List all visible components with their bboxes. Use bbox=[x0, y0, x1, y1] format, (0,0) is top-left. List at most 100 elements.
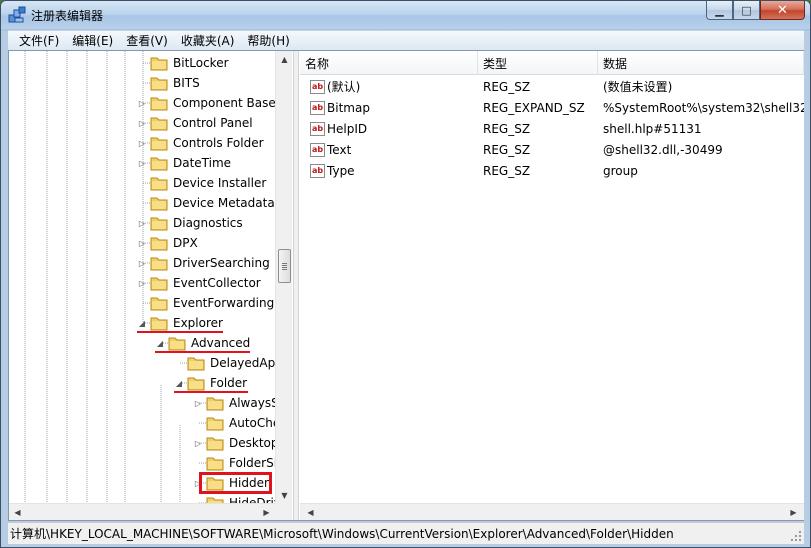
folder-icon bbox=[150, 277, 168, 291]
expand-arrow-icon[interactable]: ▷ bbox=[137, 158, 147, 168]
tree-item[interactable]: ▷ Control Panel bbox=[137, 113, 253, 133]
tree-item[interactable]: ▷ Controls Folder bbox=[137, 133, 264, 153]
registry-tree[interactable]: BitLocker BITS ▷ Component Based ▷ Control Pa… bbox=[9, 51, 298, 520]
tree-scroll-left-icon[interactable]: ◀ bbox=[9, 504, 26, 520]
tree-item[interactable]: ▷ Component Based bbox=[137, 93, 283, 113]
expand-arrow-icon[interactable]: ▷ bbox=[193, 398, 203, 408]
list-item[interactable]: ab Bitmap REG_EXPAND_SZ %SystemRoot%\system… bbox=[300, 97, 804, 118]
maximize-button[interactable]: □ bbox=[733, 1, 760, 20]
tree-item-label: BitLocker bbox=[173, 56, 229, 70]
tree-item-label: Desktop bbox=[229, 436, 279, 450]
value-data: %SystemRoot%\system32\shell32.d bbox=[603, 100, 804, 115]
value-type: REG_SZ bbox=[483, 79, 531, 94]
collapse-arrow-icon[interactable]: ◢ bbox=[174, 378, 184, 388]
minimize-button[interactable]: ▁ bbox=[706, 1, 733, 20]
folder-icon bbox=[150, 157, 168, 171]
menu-favorites[interactable]: 收藏夹(A) bbox=[176, 32, 240, 49]
tree-item[interactable]: BitLocker bbox=[137, 53, 229, 73]
folder-icon bbox=[150, 317, 168, 331]
list-item[interactable]: ab Text REG_SZ @shell32.dll,-30499 bbox=[300, 139, 804, 160]
folder-icon bbox=[150, 97, 168, 111]
folder-icon bbox=[150, 57, 168, 71]
tree-vertical-scrollbar[interactable]: ▲ ▼ bbox=[275, 51, 292, 504]
tree-item[interactable]: ▷ AlwaysSh bbox=[193, 393, 286, 413]
tree-item[interactable]: ◢ Advanced bbox=[155, 333, 250, 353]
expand-arrow-icon[interactable]: ▷ bbox=[137, 278, 147, 288]
pane-splitter[interactable] bbox=[293, 51, 299, 520]
expand-arrow-icon[interactable]: ▷ bbox=[193, 438, 203, 448]
tree-item-label: EventCollector bbox=[173, 276, 261, 290]
value-type: REG_SZ bbox=[483, 163, 531, 178]
scroll-down-arrow-icon[interactable]: ▼ bbox=[276, 487, 293, 504]
tree-item[interactable]: ◢ Folder bbox=[174, 373, 248, 393]
folder-icon bbox=[206, 457, 224, 471]
tree-horizontal-scrollbar[interactable]: ◀ ▶ bbox=[9, 503, 292, 520]
value-data: group bbox=[603, 163, 638, 178]
regedit-app-icon bbox=[8, 6, 26, 23]
tree-item-label: Device Metadata bbox=[173, 196, 275, 210]
list-scroll-right-icon[interactable]: ▶ bbox=[785, 504, 802, 520]
expand-arrow-icon[interactable]: ▷ bbox=[137, 238, 147, 248]
folder-icon bbox=[150, 197, 168, 211]
menu-file[interactable]: 文件(F) bbox=[14, 32, 64, 49]
folder-icon bbox=[187, 377, 205, 391]
string-value-icon: ab bbox=[310, 163, 325, 178]
tree-item[interactable]: ◢ Explorer bbox=[137, 313, 223, 333]
tree-item[interactable]: FolderSiz bbox=[193, 453, 283, 473]
tree-item[interactable]: DelayedApp bbox=[174, 353, 283, 373]
folder-icon bbox=[168, 337, 186, 351]
collapse-arrow-icon[interactable]: ◢ bbox=[155, 338, 165, 348]
tree-item-label: Controls Folder bbox=[173, 136, 264, 150]
expand-arrow-icon[interactable]: ▷ bbox=[137, 98, 147, 108]
tree-item[interactable]: Device Installer bbox=[137, 173, 266, 193]
value-name: Type bbox=[327, 163, 355, 178]
menu-view[interactable]: 查看(V) bbox=[121, 32, 173, 49]
folder-icon bbox=[150, 177, 168, 191]
list-item[interactable]: ab Type REG_SZ group bbox=[300, 160, 804, 181]
tree-item[interactable]: AutoChe bbox=[193, 413, 280, 433]
column-header-name[interactable]: 名称 bbox=[300, 51, 478, 75]
values-list[interactable]: 名称 类型 数据 ab (默认) REG_SZ (数值未设置) ab Bitmap REG_… bbox=[300, 51, 804, 503]
collapse-arrow-icon[interactable]: ◢ bbox=[137, 318, 147, 328]
scroll-up-arrow-icon[interactable]: ▲ bbox=[276, 51, 293, 68]
tree-item-label: Diagnostics bbox=[173, 216, 243, 230]
tree-item[interactable]: ▷ DateTime bbox=[137, 153, 231, 173]
close-button[interactable]: ✕ bbox=[760, 1, 805, 20]
tree-scroll-right-icon[interactable]: ▶ bbox=[258, 504, 275, 520]
menu-edit[interactable]: 编辑(E) bbox=[67, 32, 118, 49]
tree-item[interactable]: ▷ EventCollector bbox=[137, 273, 261, 293]
tree-item[interactable]: EventForwarding bbox=[137, 293, 274, 313]
window-controls: ▁ □ ✕ bbox=[706, 1, 805, 21]
tree-item[interactable]: Device Metadata bbox=[137, 193, 275, 213]
tree-item-label: DriverSearching bbox=[173, 256, 270, 270]
tree-item[interactable]: ▷ Desktop bbox=[193, 433, 279, 453]
menu-help[interactable]: 帮助(H) bbox=[242, 32, 294, 49]
expand-arrow-icon[interactable]: ▷ bbox=[137, 258, 147, 268]
tree-item[interactable]: BITS bbox=[137, 73, 200, 93]
expand-arrow-icon[interactable]: ▷ bbox=[137, 218, 147, 228]
expand-arrow-icon[interactable]: ▷ bbox=[137, 138, 147, 148]
tree-item-label: Advanced bbox=[191, 336, 251, 350]
tree-item-label: DateTime bbox=[173, 156, 232, 170]
tree-item[interactable]: ▷ DriverSearching bbox=[137, 253, 270, 273]
tree-item[interactable]: ▷ Diagnostics bbox=[137, 213, 243, 233]
list-item[interactable]: ab HelpID REG_SZ shell.hlp#51131 bbox=[300, 118, 804, 139]
folder-icon bbox=[150, 217, 168, 231]
column-header-data[interactable]: 数据 bbox=[598, 51, 804, 75]
expand-arrow-icon[interactable]: ▷ bbox=[137, 118, 147, 128]
string-value-icon: ab bbox=[310, 79, 325, 94]
list-horizontal-scrollbar[interactable]: ◀ ▶ bbox=[300, 503, 804, 520]
list-scroll-left-icon[interactable]: ◀ bbox=[302, 504, 319, 520]
list-item[interactable]: ab (默认) REG_SZ (数值未设置) bbox=[300, 76, 804, 97]
title-bar[interactable]: 注册表编辑器 ▁ □ ✕ bbox=[1, 1, 810, 29]
size-grip-icon[interactable] bbox=[790, 530, 802, 542]
column-header-type[interactable]: 类型 bbox=[478, 51, 598, 75]
tree-scroll-thumb[interactable] bbox=[278, 249, 291, 283]
folder-icon bbox=[187, 357, 205, 371]
tree-item-label: BITS bbox=[173, 76, 200, 90]
window-title: 注册表编辑器 bbox=[31, 9, 104, 23]
tree-item[interactable]: ▷ DPX bbox=[137, 233, 198, 253]
